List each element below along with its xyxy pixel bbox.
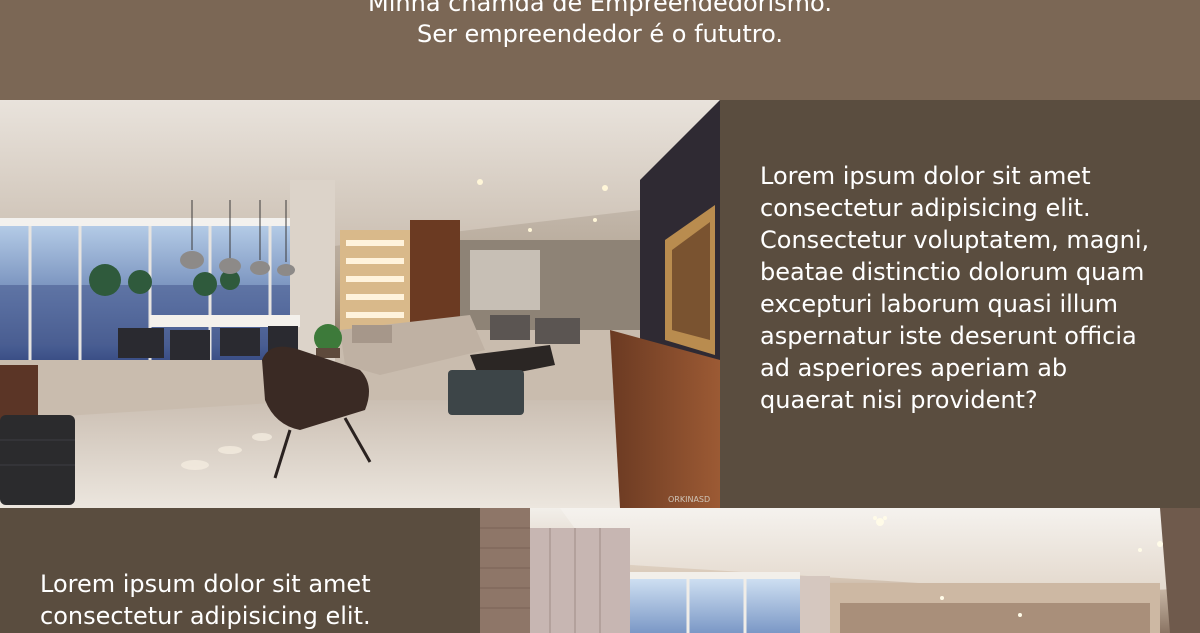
hero-banner: Minha chamda de Empreendedorismo. Ser em… — [0, 0, 1200, 100]
photo-watermark: ORKINASD — [668, 495, 710, 504]
section-2-text: Lorem ipsum dolor sit amet consectetur a… — [0, 508, 480, 633]
section-1-text: Lorem ipsum dolor sit amet consectetur a… — [720, 100, 1200, 508]
hero-line-1: Minha chamda de Empreendedorismo. — [368, 0, 832, 17]
section-1-paragraph: Lorem ipsum dolor sit amet consectetur a… — [760, 162, 1150, 414]
living-room-photo: ORKINASD — [0, 100, 720, 508]
section-2-paragraph: Lorem ipsum dolor sit amet consectetur a… — [40, 570, 371, 630]
bedroom-illustration — [480, 508, 1200, 633]
hero-line-2: Ser empreendedor é o fututro. — [417, 20, 783, 48]
bedroom-photo — [480, 508, 1200, 633]
living-room-illustration: ORKINASD — [0, 100, 720, 508]
